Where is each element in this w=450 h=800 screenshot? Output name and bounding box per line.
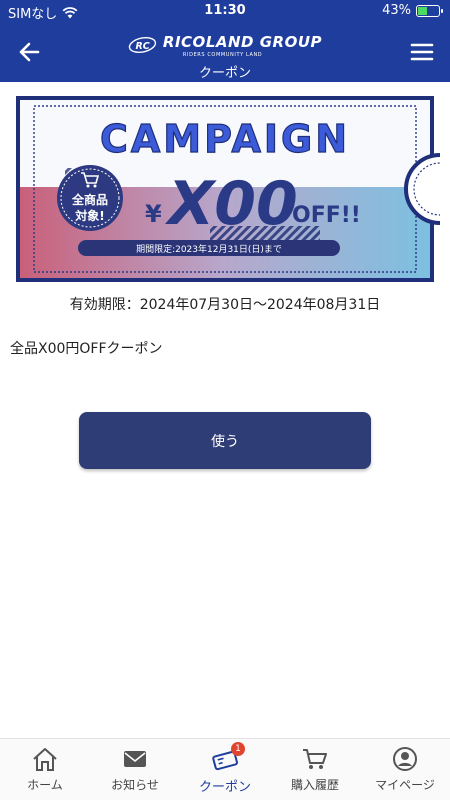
banner-headline: CAMPAIGN bbox=[100, 117, 350, 161]
battery-group: 43% bbox=[382, 3, 443, 18]
bottom-navigation: ホーム お知らせ 1 クーポン 購入履歴 マイページ bbox=[0, 738, 450, 800]
nav-home[interactable]: ホーム bbox=[0, 739, 90, 800]
logo-mark-icon: RC bbox=[128, 37, 157, 53]
badge-line1: 全商品 bbox=[71, 192, 108, 207]
logo-sub-text: RIDERS COMMUNITY LAND bbox=[182, 51, 263, 58]
yen-sign: ¥ bbox=[145, 200, 162, 228]
brand-logo: RC RICOLAND GROUP RIDERS COMMUNITY LAND bbox=[128, 28, 322, 62]
user-icon bbox=[393, 747, 417, 771]
menu-button[interactable] bbox=[404, 36, 440, 68]
nav-mypage-label: マイページ bbox=[375, 778, 435, 792]
hamburger-menu-icon bbox=[410, 43, 434, 61]
coupon-badge: 1 bbox=[231, 742, 245, 756]
cart-icon bbox=[303, 749, 327, 769]
nav-coupon[interactable]: 1 クーポン bbox=[180, 739, 270, 800]
campaign-period: 期間限定:2023年12月31日(日)まで bbox=[136, 243, 282, 255]
coupon-description: 全品X00円OFFクーポン bbox=[10, 341, 163, 357]
battery-percent: 43% bbox=[382, 3, 411, 18]
validity-period: 有効期限：2024年07月30日～2024年08月31日 bbox=[69, 297, 381, 313]
discount-amount: X00 bbox=[164, 169, 298, 239]
nav-news-label: お知らせ bbox=[111, 778, 159, 792]
coupon-icon-wrap: 1 bbox=[211, 742, 245, 772]
logo-mark-text: RC bbox=[136, 41, 150, 52]
page-title: クーポン bbox=[198, 66, 251, 81]
app-header: RC RICOLAND GROUP RIDERS COMMUNITY LAND … bbox=[0, 22, 450, 82]
status-bar: SIMなし 11:30 43% bbox=[0, 0, 450, 22]
all-items-badge: 全商品 対象! bbox=[57, 165, 123, 231]
mail-icon bbox=[124, 751, 146, 767]
nav-purchase-history-label: 購入履歴 bbox=[290, 778, 339, 792]
use-coupon-button[interactable]: 使う bbox=[79, 412, 371, 469]
battery-fill bbox=[418, 6, 428, 15]
battery-icon bbox=[416, 4, 443, 17]
nav-purchase-history[interactable]: 購入履歴 bbox=[270, 739, 360, 800]
nav-home-label: ホーム bbox=[27, 778, 63, 792]
campaign-banner: CAMPAIGN 全商品 対象! ¥ X00 OFF!! 期間限定:2023年1… bbox=[10, 90, 440, 288]
badge-line2: 対象! bbox=[74, 208, 104, 223]
nav-coupon-label: クーポン bbox=[198, 780, 251, 795]
off-label: OFF!! bbox=[292, 203, 361, 228]
home-icon bbox=[33, 748, 57, 771]
nav-news[interactable]: お知らせ bbox=[90, 739, 180, 800]
logo-main-text: RICOLAND GROUP bbox=[162, 32, 322, 51]
nav-mypage[interactable]: マイページ bbox=[360, 739, 450, 800]
